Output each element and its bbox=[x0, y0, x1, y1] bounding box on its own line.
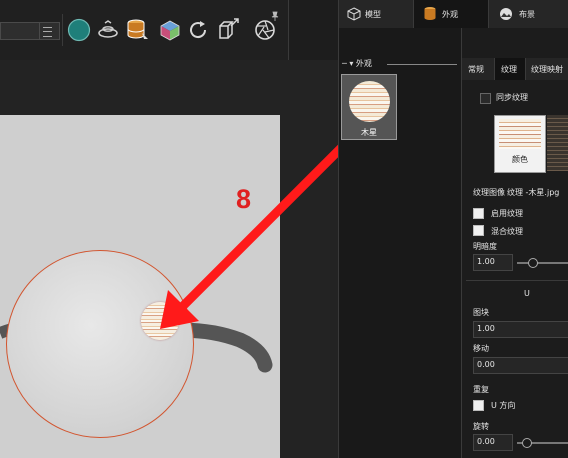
section-title: 外观 bbox=[355, 59, 372, 68]
appearance-thumbnail[interactable]: 木星 bbox=[341, 74, 397, 140]
swatch-label: 颜色 bbox=[512, 155, 528, 164]
rotate-field[interactable]: 0.00 bbox=[473, 434, 513, 451]
tab-model-label: 模型 bbox=[365, 10, 381, 19]
tab-appearance[interactable]: 外观 bbox=[414, 0, 489, 28]
sync-texture-checkbox[interactable] bbox=[480, 93, 491, 104]
jupiter-texture-ball bbox=[349, 81, 390, 122]
u-direction-checkbox[interactable] bbox=[473, 400, 484, 411]
scene-rotate-icon[interactable] bbox=[96, 18, 120, 42]
cube-color-icon[interactable] bbox=[158, 18, 182, 42]
subtab-general[interactable]: 常规 bbox=[462, 58, 495, 80]
tile-value: 1.00 bbox=[477, 324, 495, 333]
divider bbox=[466, 280, 568, 281]
blend-texture-label: 混合纹理 bbox=[491, 227, 523, 236]
enable-texture-checkbox[interactable] bbox=[473, 208, 484, 219]
brightness-label: 明暗度 bbox=[473, 242, 497, 251]
brightness-field[interactable]: 1.00 bbox=[473, 254, 513, 271]
swatch-neighbor[interactable] bbox=[547, 115, 568, 171]
subtab-general-label: 常规 bbox=[468, 65, 484, 74]
u-direction-label: U 方向 bbox=[491, 401, 516, 410]
scene-dropdown[interactable] bbox=[0, 22, 60, 40]
move-value: 0.00 bbox=[477, 360, 495, 369]
enable-texture-label: 启用纹理 bbox=[491, 209, 523, 218]
toolbar-separator bbox=[62, 14, 63, 46]
tab-appearance-label: 外观 bbox=[442, 10, 458, 19]
blend-texture-checkbox[interactable] bbox=[473, 225, 484, 236]
properties-panel: 常规 纹理 纹理映射 同步纹理 颜色 纹理图像 纹理 -木星.jpg 启用纹理 … bbox=[462, 28, 568, 458]
cylinder-icon bbox=[424, 7, 436, 20]
appearance-tree: ─ ▾ 外观 木星 bbox=[339, 28, 462, 458]
subtab-texture[interactable]: 纹理 bbox=[495, 58, 526, 80]
repeat-label: 重复 bbox=[473, 385, 489, 394]
refresh-icon[interactable] bbox=[187, 18, 211, 42]
subtab-texture-mapping[interactable]: 纹理映射 bbox=[526, 58, 568, 80]
box-arrow-icon[interactable] bbox=[216, 17, 240, 41]
tab-scene[interactable]: 布景 bbox=[489, 0, 568, 28]
sync-texture-label: 同步纹理 bbox=[496, 93, 528, 102]
tab-scene-label: 布景 bbox=[519, 10, 535, 19]
texture-swatch[interactable]: 颜色 bbox=[494, 115, 546, 173]
brightness-slider-knob[interactable] bbox=[528, 258, 538, 268]
tab-model[interactable]: 模型 bbox=[339, 0, 414, 28]
appearance-sphere-icon[interactable] bbox=[67, 18, 91, 42]
dropdown-divider bbox=[39, 23, 40, 39]
subtab-mapping-label: 纹理映射 bbox=[531, 65, 563, 74]
dropdown-lines-icon bbox=[43, 27, 52, 37]
tile-label: 图块 bbox=[473, 308, 489, 317]
move-label: 移动 bbox=[473, 344, 489, 353]
move-field[interactable]: 0.00 bbox=[473, 357, 568, 374]
rotate-value: 0.00 bbox=[477, 437, 495, 446]
top-toolbar bbox=[0, 0, 289, 61]
texture-image-value: 纹理 -木星.jpg bbox=[507, 188, 560, 197]
task-pane: 模型 外观 布景 ─ ▾ 外观 木星 常规 纹理 纹理映射 同步纹理 颜色 纹理… bbox=[338, 0, 568, 458]
u-header: U bbox=[524, 289, 530, 298]
rotate-label: 旋转 bbox=[473, 422, 489, 431]
subtab-texture-label: 纹理 bbox=[501, 65, 517, 74]
appearance-cylinder-icon[interactable] bbox=[125, 17, 149, 41]
section-header[interactable]: ─ ▾ 外观 bbox=[342, 58, 372, 69]
dropped-texture-sphere[interactable] bbox=[141, 302, 179, 340]
tile-field[interactable]: 1.00 bbox=[473, 321, 568, 338]
brightness-slider-track[interactable] bbox=[517, 262, 568, 264]
texture-image-label: 纹理图像 bbox=[473, 188, 505, 197]
brightness-value: 1.00 bbox=[477, 257, 495, 266]
landscape-icon bbox=[500, 8, 512, 20]
appearance-item-label: 木星 bbox=[361, 128, 377, 137]
cube-outline-icon bbox=[347, 7, 361, 21]
model-sphere[interactable] bbox=[6, 250, 194, 438]
aperture-icon[interactable] bbox=[253, 18, 277, 42]
swatch-preview bbox=[499, 119, 541, 149]
rotate-slider-knob[interactable] bbox=[522, 438, 532, 448]
section-rule bbox=[387, 64, 457, 65]
step-number: 8 bbox=[236, 184, 252, 214]
pin-icon[interactable] bbox=[270, 6, 280, 21]
